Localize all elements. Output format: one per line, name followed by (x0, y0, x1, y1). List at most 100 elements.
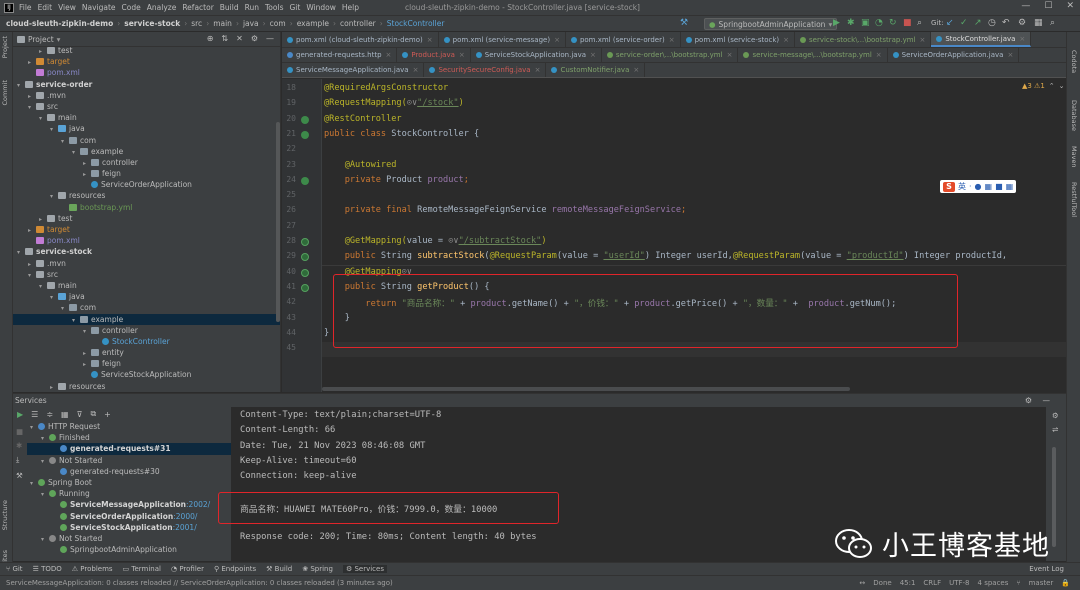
gutter-bean-icon[interactable] (301, 176, 309, 185)
maven-tool-tab[interactable]: Maven (1070, 146, 1078, 168)
tree-item[interactable]: ▾ example (13, 146, 280, 157)
debug-icon[interactable]: ✱ (847, 18, 855, 28)
editor-tab[interactable]: service-message\...\bootstrap.yml × (738, 48, 888, 62)
menu-item-edit[interactable]: Edit (38, 3, 53, 12)
menu-item-help[interactable]: Help (342, 3, 359, 12)
tree-item[interactable]: ▾ com (13, 135, 280, 146)
debug-icon[interactable]: ✱ (16, 441, 22, 450)
stop-icon[interactable]: ■ (903, 18, 912, 28)
project-structure-icon[interactable]: ▦ (1034, 18, 1043, 28)
options-gear-icon[interactable]: ⚙ (1025, 396, 1032, 405)
tool-tab-services[interactable]: ⚙ Services (342, 565, 387, 573)
breadcrumb-item[interactable]: main (213, 19, 232, 28)
tool-tab-problems[interactable]: ⚠ Problems (72, 565, 113, 573)
editor-tab[interactable]: pom.xml (service-message) × (439, 32, 566, 47)
close-tab-icon[interactable]: × (590, 51, 596, 59)
menu-grid-icon[interactable]: ▦ (1006, 182, 1014, 191)
build-hammer-icon[interactable]: ⚒ (680, 18, 688, 28)
locate-icon[interactable]: ⊕ (207, 34, 214, 43)
close-tab-icon[interactable]: × (554, 36, 560, 44)
tree-item[interactable]: ▸ feign (13, 358, 280, 369)
expand-all-icon[interactable]: ☰ (31, 410, 38, 419)
caret-position[interactable]: 45:1 (900, 579, 916, 587)
group-icon[interactable]: ▦ (61, 410, 69, 419)
settings-icon[interactable]: ⚙ (1052, 411, 1059, 420)
menu-item-code[interactable]: Code (122, 3, 141, 12)
search-everywhere-icon[interactable]: ⌕ (1050, 18, 1055, 28)
editor-tab[interactable]: pom.xml (service-stock) × (681, 32, 796, 47)
line-separator[interactable]: CRLF (923, 579, 941, 587)
tree-item[interactable]: bootstrap.yml (13, 202, 280, 213)
tree-item[interactable]: StockController (13, 336, 280, 347)
service-tree-item[interactable]: generated-requests#30 (27, 466, 231, 477)
run-configuration-select[interactable]: ● SpringbootAdminApplication ▾ (704, 18, 838, 30)
chevron-down-icon[interactable]: ⌄ (1059, 82, 1065, 90)
wrench-icon[interactable]: ⚒ (16, 471, 23, 480)
gutter-web-icon[interactable] (301, 253, 309, 262)
tree-item[interactable]: ▾ java (13, 291, 280, 302)
tree-item[interactable]: ▾ service-stock (13, 246, 280, 257)
breadcrumb-item[interactable]: com (270, 19, 286, 28)
close-tab-icon[interactable]: × (727, 51, 733, 59)
service-port-link[interactable]: :2000/ (173, 512, 197, 521)
editor-tab[interactable]: CustomNotifier.java × (546, 63, 646, 77)
close-tab-icon[interactable]: × (919, 36, 925, 44)
breadcrumb-item[interactable]: service-stock (124, 19, 180, 28)
close-tab-icon[interactable]: × (669, 36, 675, 44)
tree-item[interactable]: ▾ com (13, 302, 280, 313)
menu-item-view[interactable]: View (58, 3, 76, 12)
tree-item[interactable]: ▸ resources (13, 381, 280, 392)
options-gear-icon[interactable]: ⚙ (251, 34, 258, 43)
service-tree-item[interactable]: SpringbootAdminApplication (27, 544, 231, 555)
gutter-rest-icon[interactable] (301, 130, 309, 139)
git-push-icon[interactable]: ↗ (974, 18, 982, 28)
editor-tab[interactable]: StockController.java × (931, 32, 1032, 47)
editor-tab[interactable]: service-order\...\bootstrap.yml × (602, 48, 739, 62)
close-icon[interactable]: ✕ (1066, 1, 1074, 11)
gutter-web-icon[interactable] (301, 238, 309, 246)
minimize-icon[interactable]: — (1021, 1, 1030, 11)
close-tab-icon[interactable]: × (876, 51, 882, 59)
tree-item[interactable]: ▾ main (13, 112, 280, 123)
service-tree-item[interactable]: ▾ Spring Boot (27, 477, 231, 488)
run-icon[interactable]: ▶ (17, 410, 23, 419)
breadcrumb-item[interactable]: cloud-sleuth-zipkin-demo (6, 19, 113, 28)
project-scrollbar[interactable] (276, 122, 280, 322)
settings-gear-icon[interactable]: ⚙ (1018, 18, 1026, 28)
tool-tab-todo[interactable]: ☰ TODO (33, 565, 62, 573)
sogou-ime-toolbar[interactable]: S 英 · ● ▦ ■ ▦ (940, 180, 1017, 193)
add-service-icon[interactable]: + (104, 410, 111, 419)
close-tab-icon[interactable]: × (1007, 51, 1013, 59)
breadcrumb-item[interactable]: controller (340, 19, 376, 28)
tree-item[interactable]: pom.xml (13, 235, 280, 246)
tree-item[interactable]: ▾ main (13, 280, 280, 291)
project-panel-title[interactable]: Project (28, 35, 54, 44)
tool-tab-endpoints[interactable]: ⚲ Endpoints (214, 565, 256, 573)
tree-item[interactable]: ▸ .mvn (13, 258, 280, 269)
commit-tool-tab[interactable]: Commit (1, 80, 9, 106)
menu-item-file[interactable]: File (19, 3, 32, 12)
tree-item[interactable]: ▸ entity (13, 347, 280, 358)
editor-horizontal-scrollbar[interactable] (322, 387, 850, 391)
close-tab-icon[interactable]: × (459, 51, 465, 59)
profile-icon[interactable]: ◔ (875, 18, 883, 28)
lock-icon[interactable]: 🔒 (1061, 579, 1070, 587)
tree-item[interactable]: ▸ test (13, 45, 280, 56)
event-log-tab[interactable]: Event Log (1029, 565, 1064, 573)
service-port-link[interactable]: :2002/ (186, 500, 210, 509)
new-window-icon[interactable]: ⧉ (90, 409, 96, 419)
close-tab-icon[interactable]: × (1019, 35, 1025, 43)
editor-tab[interactable]: pom.xml (service-order) × (566, 32, 681, 47)
tree-item[interactable]: ▾ controller (13, 325, 280, 336)
expand-all-icon[interactable]: ✕ (236, 34, 243, 43)
chevron-right-icon[interactable]: ▸ (50, 382, 58, 392)
service-tree-item[interactable]: ▾ Finished (27, 432, 231, 443)
service-tree-item[interactable]: ServiceMessageApplication:2002/ (27, 499, 231, 510)
service-tree-item[interactable]: ▾ Not Started (27, 455, 231, 466)
editor-tab[interactable]: ServiceStockApplication.java × (471, 48, 602, 62)
tree-item[interactable]: ▸ target (13, 224, 280, 235)
keyboard-icon[interactable]: ▦ (985, 182, 993, 191)
indent-setting[interactable]: 4 spaces (978, 579, 1009, 587)
soft-wrap-icon[interactable]: ⇌ (1052, 425, 1058, 434)
tree-item[interactable]: ▾ src (13, 101, 280, 112)
